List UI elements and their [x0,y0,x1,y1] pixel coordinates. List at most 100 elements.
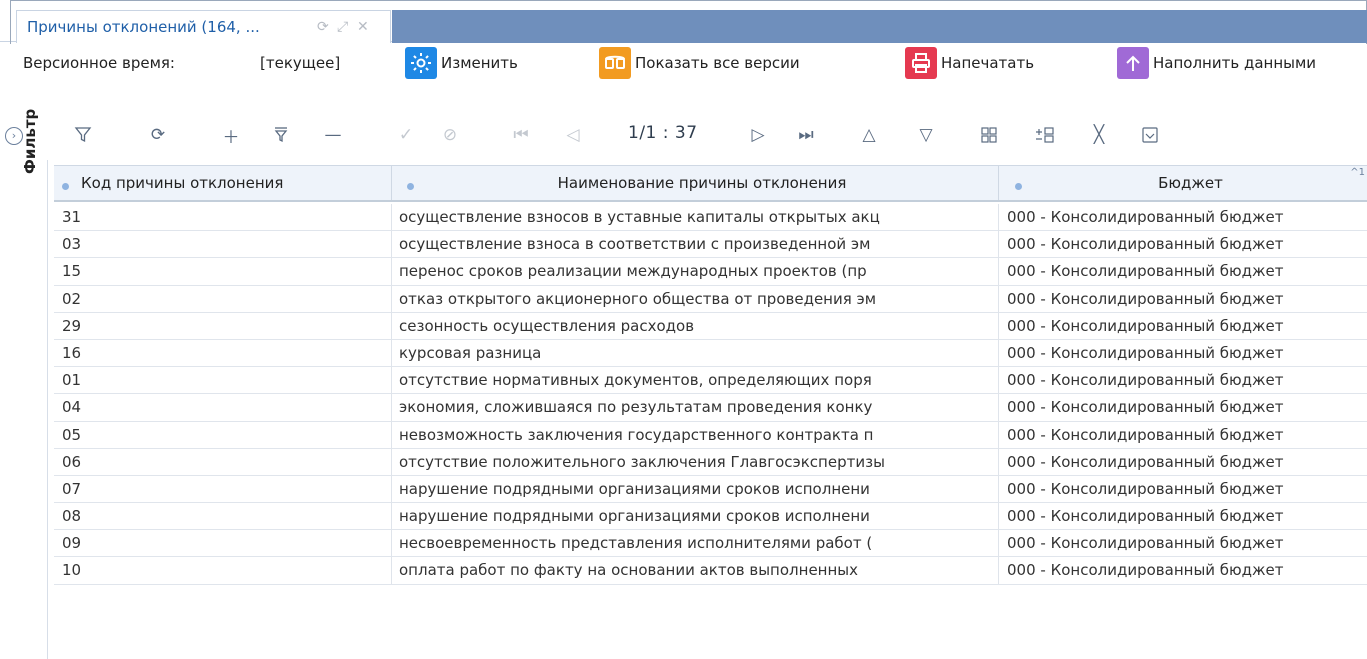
cell-name[interactable]: несвоевременность представления исполнит… [392,530,999,558]
column-marker-icon [1015,182,1022,190]
table-row[interactable]: 15 перенос сроков реализации международны… [54,258,1367,286]
cell-code[interactable]: 09 [54,530,392,558]
remove-icon[interactable]: — [320,123,346,147]
print-button[interactable]: Напечатать [905,47,1034,79]
cell-code[interactable]: 16 [54,339,392,367]
header-budget[interactable]: Бюджет ^1 [999,166,1367,200]
cell-code[interactable]: 15 [54,258,392,286]
fill-data-button[interactable]: Наполнить данными [1117,47,1316,79]
grid-body: 31 осуществление взносов в уставные капит… [54,204,1367,585]
cell-budget[interactable]: 000 - Консолидированный бюджет [999,367,1367,394]
cell-budget[interactable]: 000 - Консолидированный бюджет [999,313,1367,340]
refresh-icon[interactable]: ⟳ [317,19,329,35]
cell-budget[interactable]: 000 - Консолидированный бюджет [999,422,1367,449]
fill-data-label: Наполнить данными [1153,54,1317,72]
refresh-icon[interactable]: ⟳ [145,123,171,147]
table-row[interactable]: 03 осуществление взноса в соответствии с … [54,231,1367,259]
data-grid: Код причины отклонения Наименование прич… [54,165,1367,659]
cell-name[interactable]: экономия, сложившаяся по результатам про… [392,394,999,422]
tab-title[interactable]: Причины отклонений (164, ... [27,18,260,36]
table-row[interactable]: 06 отсутствие положительного заключения Г… [54,448,1367,476]
add-icon[interactable]: ＋ [218,123,244,148]
cell-name[interactable]: осуществление взносов в уставные капитал… [392,204,999,231]
cell-budget[interactable]: 000 - Консолидированный бюджет [999,204,1367,231]
table-row[interactable]: 29 сезонность осуществления расходов 000 -… [54,312,1367,340]
grid-view-icon[interactable] [976,123,1002,147]
select-icon[interactable] [1137,123,1163,147]
column-marker-icon [407,182,414,190]
header-name[interactable]: Наименование причины отклонения [392,166,999,200]
cell-name[interactable]: нарушение подрядными организациями сроко… [392,475,999,503]
version-value[interactable]: [текущее] [260,54,340,72]
tab-active[interactable]: Причины отклонений (164, ... ⟳ ⤢ ✕ [16,10,391,43]
expand-icon[interactable]: ⤢ [337,19,348,35]
table-row[interactable]: 31 осуществление взносов в уставные капит… [54,204,1367,232]
cell-name[interactable]: осуществление взноса в соответствии с пр… [392,231,999,259]
table-row[interactable]: 09 несвоевременность представления исполн… [54,530,1367,558]
cell-name[interactable]: невозможность заключения государственног… [392,421,999,449]
cell-code[interactable]: 01 [54,367,392,395]
cell-name[interactable]: перенос сроков реализации международных … [392,258,999,286]
version-label: Версионное время: [23,54,175,72]
cell-code[interactable]: 29 [54,312,392,340]
cell-code[interactable]: 05 [54,421,392,449]
cell-budget[interactable]: 000 - Консолидированный бюджет [999,231,1367,258]
table-row[interactable]: 05 невозможность заключения государственн… [54,421,1367,449]
arrow-up-icon [1117,47,1149,79]
cell-code[interactable]: 04 [54,394,392,422]
cell-name[interactable]: оплата работ по факту на основании актов… [392,557,999,585]
filter-icon[interactable] [70,123,96,147]
cell-budget[interactable]: 000 - Консолидированный бюджет [999,503,1367,530]
close-x-icon[interactable]: ╳ [1086,123,1112,147]
cancel-icon[interactable]: ⊘ [437,123,463,147]
cell-code[interactable]: 06 [54,448,392,476]
table-row[interactable]: 02 отказ открытого акционерного общества … [54,285,1367,313]
cell-budget[interactable]: 000 - Консолидированный бюджет [999,449,1367,476]
table-row[interactable]: 01 отсутствие нормативных документов, опр… [54,367,1367,395]
next-page-icon[interactable]: ▷ [745,123,771,147]
gear-icon [405,47,437,79]
show-versions-label: Показать все версии [635,54,800,72]
sort-up-icon[interactable]: △ [856,123,882,147]
cell-name[interactable]: курсовая разница [392,339,999,367]
filter-clear-icon[interactable] [268,123,294,147]
cell-budget[interactable]: 000 - Консолидированный бюджет [999,476,1367,503]
last-page-icon[interactable]: ⏭ [793,123,819,147]
close-icon[interactable]: ✕ [357,19,369,35]
table-row[interactable]: 04 экономия, сложившаяся по результатам п… [54,394,1367,422]
cell-budget[interactable]: 000 - Консолидированный бюджет [999,394,1367,421]
filter-label[interactable]: Фильтр [21,109,39,174]
header-code-label: Код причины отклонения [81,174,284,192]
cell-name[interactable]: отсутствие положительного заключения Гла… [392,448,999,476]
cell-code[interactable]: 02 [54,285,392,313]
sort-indicator-icon[interactable]: ^1 [1350,167,1365,178]
show-versions-button[interactable]: Показать все версии [599,47,800,79]
sort-down-icon[interactable]: ▽ [913,123,939,147]
check-icon[interactable]: ✓ [393,123,419,147]
cell-budget[interactable]: 000 - Консолидированный бюджет [999,340,1367,367]
cell-name[interactable]: отсутствие нормативных документов, опред… [392,367,999,395]
table-row[interactable]: 10 оплата работ по факту на основании акт… [54,557,1367,585]
table-row[interactable]: 07 нарушение подрядными организациями сро… [54,475,1367,504]
first-page-icon[interactable]: ⏮ [508,123,534,147]
header-code[interactable]: Код причины отклонения [54,166,392,200]
cell-budget[interactable]: 000 - Консолидированный бюджет [999,557,1367,584]
cell-name[interactable]: нарушение подрядными организациями сроко… [392,503,999,531]
header-name-label: Наименование причины отклонения [557,174,847,192]
cell-name[interactable]: сезонность осуществления расходов [392,312,999,340]
edit-button[interactable]: Изменить [405,47,518,79]
cell-code[interactable]: 03 [54,231,392,259]
table-row[interactable]: 16 курсовая разница 000 - Консолидированны… [54,339,1367,368]
cell-code[interactable]: 31 [54,204,392,231]
cell-code[interactable]: 08 [54,503,392,531]
cell-name[interactable]: отказ открытого акционерного общества от… [392,285,999,313]
cell-budget[interactable]: 000 - Консолидированный бюджет [999,286,1367,313]
prev-page-icon[interactable]: ◁ [560,123,586,147]
cell-budget[interactable]: 000 - Консолидированный бюджет [999,258,1367,285]
table-row[interactable]: 08 нарушение подрядными организациями сро… [54,503,1367,531]
add-group-icon[interactable] [1032,123,1058,147]
cell-code[interactable]: 07 [54,475,392,503]
cell-budget[interactable]: 000 - Консолидированный бюджет [999,530,1367,557]
cell-code[interactable]: 10 [54,557,392,585]
versions-icon [599,47,631,79]
